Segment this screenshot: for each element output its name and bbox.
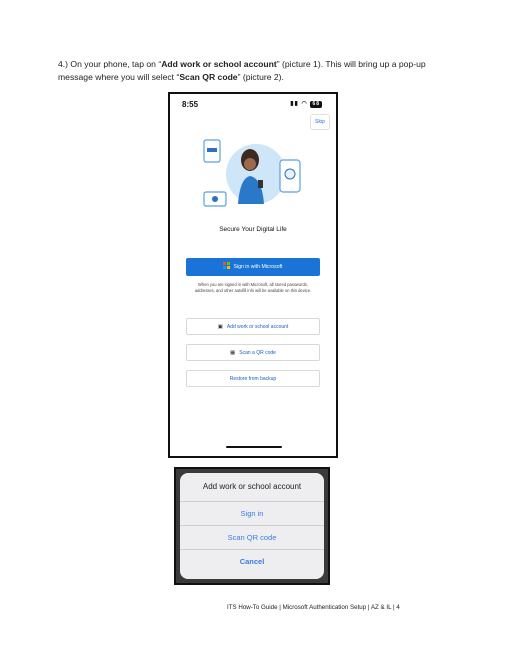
phone-screenshot: 8:55 ▮▮ ◠ 68 Skip Secure Your Digital Li…: [168, 92, 338, 458]
badge-icon: ▣: [217, 324, 223, 330]
sign-in-microsoft-button[interactable]: Sign in with Microsoft: [186, 258, 320, 276]
action-sheet: Add work or school account Sign in Scan …: [180, 473, 324, 579]
instruction-part: 4.) On your phone, tap on “: [58, 59, 162, 69]
cancel-option[interactable]: Cancel: [180, 549, 324, 574]
microsoft-logo-icon: [223, 262, 231, 270]
qr-code-icon: ▦: [230, 350, 236, 356]
page-footer: ITS How-To Guide | Microsoft Authenticat…: [227, 604, 400, 611]
scan-qr-label: Scan a QR code: [239, 350, 276, 356]
wifi-icon: ◠: [301, 101, 308, 107]
home-indicator: [226, 446, 282, 448]
instruction-part: ” (picture 2).: [237, 72, 284, 82]
scan-qr-option[interactable]: Scan QR code: [180, 525, 324, 550]
status-icons: ▮▮ ◠ 68: [290, 100, 322, 108]
status-bar: 8:55 ▮▮ ◠ 68: [182, 100, 322, 110]
restore-label: Restore from backup: [229, 376, 277, 382]
sign-in-label: Sign in with Microsoft: [233, 264, 283, 270]
sign-in-option[interactable]: Sign in: [180, 501, 324, 526]
instruction-bold-add-account: Add work or school account: [161, 59, 277, 69]
headline: Secure Your Digital Life: [219, 226, 287, 233]
signal-icon: ▮▮: [290, 101, 299, 107]
scan-qr-button[interactable]: ▦ Scan a QR code: [186, 344, 320, 361]
action-sheet-title: Add work or school account: [202, 482, 302, 491]
add-account-label: Add work or school account: [226, 324, 289, 330]
battery-icon: 68: [310, 101, 322, 108]
restore-backup-button[interactable]: Restore from backup: [186, 370, 320, 387]
sign-in-note: When you are signed in with Microsoft, a…: [194, 282, 312, 293]
popup-screenshot: Add work or school account Sign in Scan …: [174, 467, 330, 585]
skip-button[interactable]: Skip: [310, 114, 330, 130]
add-work-account-button[interactable]: ▣ Add work or school account: [186, 318, 320, 335]
status-time: 8:55: [182, 100, 199, 109]
instruction-bold-scan-qr: Scan QR code: [179, 72, 238, 82]
security-illustration-icon: [203, 139, 301, 207]
instruction-text: 4.) On your phone, tap on “Add work or s…: [58, 58, 458, 84]
